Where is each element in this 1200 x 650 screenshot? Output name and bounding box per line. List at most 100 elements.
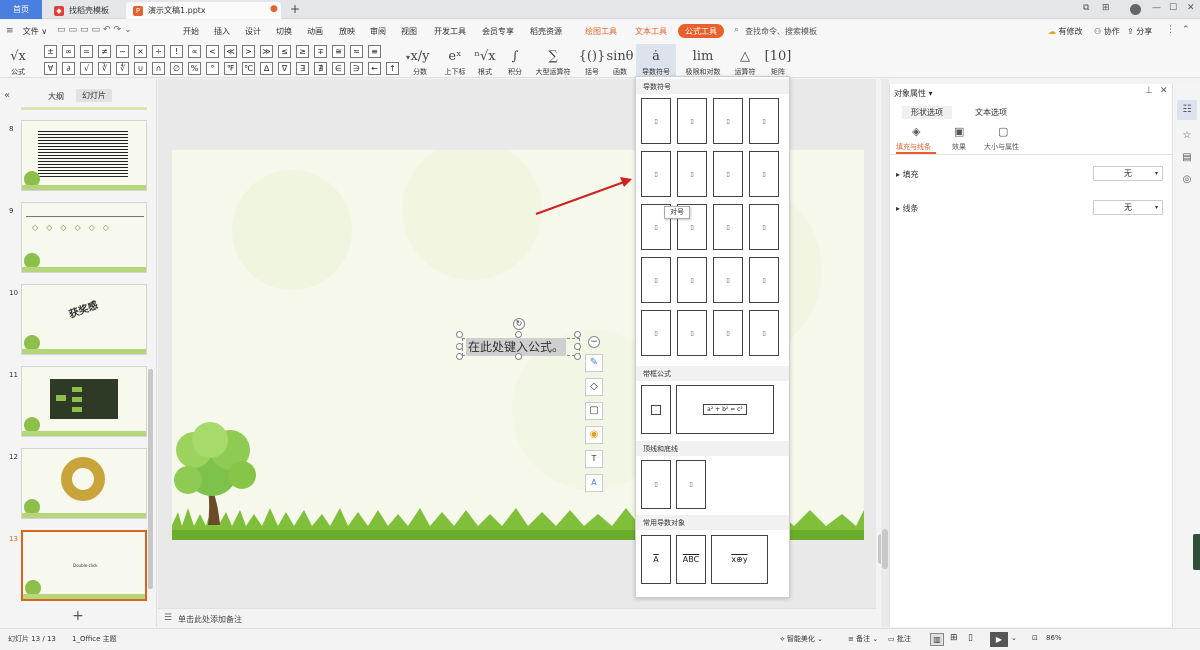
comments-button[interactable]: ▭ 批注 — [888, 634, 911, 644]
effects-icon[interactable]: ▣ — [954, 125, 964, 138]
beautify-button[interactable]: ⟡ 智能美化 ⌄ — [780, 634, 823, 644]
derivative-symbol-item[interactable]: ▯ — [641, 257, 671, 303]
fit-icon[interactable]: ⊡ — [1032, 634, 1038, 642]
symbol-button[interactable]: ~ — [116, 45, 129, 58]
symbol-button[interactable]: ℉ — [224, 62, 237, 75]
line-section[interactable]: ▸ 线条 — [896, 203, 919, 214]
derivative-symbol-item[interactable]: ▯ — [749, 204, 779, 250]
symbol-button[interactable]: = — [80, 45, 93, 58]
menu-start[interactable]: 开始 — [178, 24, 204, 38]
symbol-button[interactable]: ≡ — [368, 45, 381, 58]
tab-outline[interactable]: 大纲 — [48, 91, 64, 102]
derivative-symbol-item[interactable]: ▯ — [713, 310, 743, 356]
theme-name[interactable]: 1_Office 主题 — [72, 634, 117, 644]
menu-icon[interactable]: ≡ — [6, 26, 14, 36]
symbol-button[interactable]: ≤ — [278, 45, 291, 58]
sorter-view-icon[interactable]: ⊞ — [950, 633, 958, 643]
location-icon[interactable]: ◎ — [1177, 170, 1197, 190]
symbol-button[interactable]: < — [206, 45, 219, 58]
idea-icon[interactable]: ◉ — [585, 426, 603, 444]
function-button[interactable]: sinθ 函数 — [606, 44, 633, 77]
derivative-symbol-item[interactable]: ▯ — [677, 98, 707, 144]
resize-handle[interactable] — [515, 353, 522, 360]
close-button[interactable]: ✕ — [1187, 3, 1195, 13]
fraction-button[interactable]: x/y 分数 — [408, 44, 432, 77]
pane-scrollbar[interactable] — [882, 529, 888, 569]
derivative-symbol-item[interactable]: ▯ — [641, 98, 671, 144]
symbol-button[interactable]: ↑ — [386, 62, 399, 75]
symbol-button[interactable]: ∜ — [116, 62, 129, 75]
grid-icon[interactable]: ⊞ — [1102, 3, 1110, 13]
slide-thumb-9[interactable]: ◇◇◇◇◇◇ — [21, 202, 147, 273]
overbar-xor-item[interactable]: x⊕y — [711, 535, 768, 584]
large-operator-button[interactable]: ∑ 大型运算符 — [531, 44, 575, 77]
menu-design[interactable]: 设计 — [240, 24, 266, 38]
symbol-button[interactable]: % — [188, 62, 201, 75]
symbol-button[interactable]: × — [134, 45, 147, 58]
subtab-fill-line[interactable]: 填充与线条 — [896, 142, 931, 152]
fill-section[interactable]: ▸ 填充 — [896, 169, 919, 180]
size-icon[interactable]: ▢ — [998, 125, 1008, 138]
derivative-symbol-item[interactable]: ▯ — [749, 151, 779, 197]
slide-thumb-11[interactable] — [21, 366, 147, 437]
symbol-button[interactable]: ≫ — [260, 45, 273, 58]
symbol-button[interactable]: ← — [368, 62, 381, 75]
radical-button[interactable]: ⁿ√x 根式 — [473, 44, 497, 77]
slide-thumb-12[interactable] — [21, 448, 147, 519]
text-box-icon[interactable]: T — [585, 450, 603, 468]
matrix-button[interactable]: [10] 矩阵 — [765, 44, 792, 77]
overbar-a-item[interactable]: A — [641, 535, 671, 584]
derivative-symbol-item[interactable]: ▯ — [677, 151, 707, 197]
tab-home[interactable]: 首页 — [0, 0, 42, 19]
symbol-button[interactable]: ∞ — [62, 45, 75, 58]
play-button[interactable]: ▶ — [990, 632, 1008, 647]
menu-drawing-tools[interactable]: 绘图工具 — [580, 24, 622, 38]
resize-handle[interactable] — [456, 343, 463, 350]
formula-button[interactable]: √x 公式 — [4, 44, 32, 77]
collapse-ribbon-icon[interactable]: ⌃ — [1182, 25, 1190, 35]
symbol-button[interactable]: ∈ — [332, 62, 345, 75]
layout-switch-icon[interactable]: ⧉ — [1083, 3, 1089, 13]
boxed-pythagoras-item[interactable]: a² + b² = c² — [676, 385, 774, 434]
symbol-button[interactable]: ! — [170, 45, 183, 58]
resize-handle[interactable] — [574, 343, 581, 350]
new-tab-button[interactable]: + — [290, 2, 300, 16]
script-button[interactable]: eˣ 上下标 — [441, 44, 469, 77]
side-handle[interactable] — [1193, 534, 1200, 570]
more-icon[interactable]: ⋮ — [1166, 25, 1175, 35]
menu-insert[interactable]: 插入 — [209, 24, 235, 38]
bracket-button[interactable]: {()} 括号 — [579, 44, 606, 77]
pane-title[interactable]: 对象属性 ▾ — [894, 88, 933, 99]
rotate-handle[interactable]: ↻ — [513, 318, 525, 330]
add-slide-button[interactable]: + — [72, 608, 84, 624]
minimize-button[interactable]: — — [1152, 3, 1161, 13]
derivative-symbol-item[interactable]: ▯ — [677, 310, 707, 356]
tab-document[interactable]: P 演示文稿1.pptx ● — [126, 2, 281, 19]
tab-text-options[interactable]: 文本选项 — [966, 106, 1016, 119]
reading-view-icon[interactable]: ▯ — [968, 633, 973, 643]
collapse-panel-icon[interactable]: « — [4, 90, 10, 101]
slide-thumb-8[interactable] — [21, 120, 147, 191]
symbol-button[interactable]: ÷ — [152, 45, 165, 58]
derivative-symbol-item[interactable]: ▯ — [641, 310, 671, 356]
subtab-effects[interactable]: 效果 — [952, 142, 966, 152]
menu-formula-tools[interactable]: 公式工具 — [678, 24, 724, 38]
resize-handle[interactable] — [515, 331, 522, 338]
symbol-button[interactable]: ± — [44, 45, 57, 58]
notes-button[interactable]: ≡ 备注 ⌄ — [848, 634, 878, 644]
properties-icon[interactable]: ☷ — [1177, 100, 1197, 120]
menu-review[interactable]: 审阅 — [365, 24, 391, 38]
play-options-icon[interactable]: ⌄ — [1011, 634, 1017, 642]
collapse-toolbar-icon[interactable]: − — [588, 336, 600, 348]
menu-docer-resources[interactable]: 稻壳资源 — [526, 24, 566, 38]
slide-thumb-10[interactable]: 获奖感 — [21, 284, 147, 355]
notes-placeholder[interactable]: 单击此处添加备注 — [178, 614, 242, 625]
animation-icon[interactable]: ☆ — [1177, 126, 1197, 146]
resize-handle[interactable] — [574, 331, 581, 338]
derivative-symbol-item[interactable]: ▯ — [749, 98, 779, 144]
symbol-button[interactable]: ∆ — [260, 62, 273, 75]
tab-slides[interactable]: 幻灯片 — [76, 89, 112, 102]
fill-select[interactable]: 无 ▾ — [1093, 166, 1163, 181]
symbol-button[interactable]: ∇ — [278, 62, 291, 75]
symbol-button[interactable]: ≪ — [224, 45, 237, 58]
